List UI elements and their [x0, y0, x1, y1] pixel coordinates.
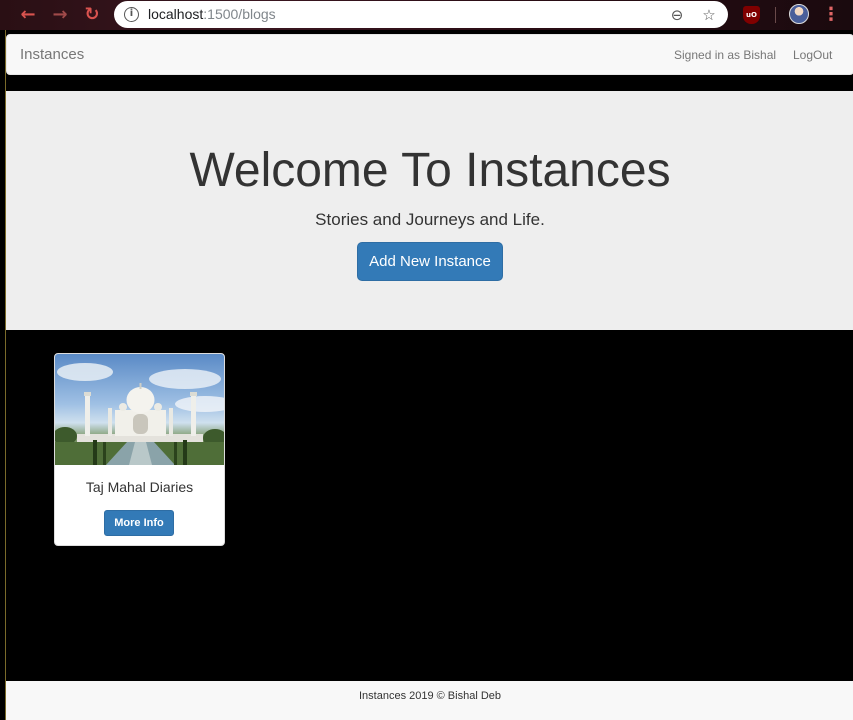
- zoom-out-icon[interactable]: ⊖: [667, 5, 687, 25]
- footer-text: Instances 2019 © Bishal Deb: [358, 690, 502, 702]
- kebab-menu-icon[interactable]: ⋮: [822, 3, 840, 27]
- toolbar-separator: [775, 7, 776, 23]
- instance-card: Taj Mahal Diaries More Info: [54, 353, 225, 546]
- page-title: Welcome To Instances: [189, 144, 671, 197]
- info-icon[interactable]: i: [124, 7, 139, 22]
- more-info-button[interactable]: More Info: [104, 510, 174, 536]
- star-icon[interactable]: ☆: [699, 5, 719, 25]
- reload-icon[interactable]: ↻: [80, 3, 104, 27]
- address-bar[interactable]: i localhost:1500/blogs ⊖ ☆: [114, 1, 728, 28]
- url-path: :1500/blogs: [203, 6, 276, 22]
- page-body: Instances Signed in as Bishal LogOut Wel…: [5, 30, 853, 720]
- signed-in-label[interactable]: Signed in as Bishal: [674, 48, 776, 62]
- back-arrow-icon[interactable]: ←: [16, 3, 40, 27]
- profile-avatar[interactable]: [789, 4, 809, 24]
- url-host: localhost: [148, 6, 204, 22]
- footer: Instances 2019 © Bishal Deb: [6, 681, 853, 720]
- card-title: Taj Mahal Diaries: [85, 479, 194, 495]
- add-new-instance-button[interactable]: Add New Instance: [357, 242, 503, 281]
- navbar: Instances Signed in as Bishal LogOut: [6, 34, 853, 75]
- forward-arrow-icon[interactable]: →: [48, 3, 72, 27]
- ublock-icon[interactable]: uO: [743, 6, 760, 24]
- taj-mahal-image: [55, 354, 224, 465]
- url-text[interactable]: localhost:1500/blogs: [148, 6, 276, 22]
- jumbotron: Welcome To Instances Stories and Journey…: [6, 91, 853, 330]
- navbar-brand[interactable]: Instances: [20, 46, 84, 63]
- page-subtitle: Stories and Journeys and Life.: [315, 210, 545, 229]
- browser-toolbar: ← → ↻ i localhost:1500/blogs ⊖ ☆ uO ⋮: [0, 0, 853, 30]
- logout-link[interactable]: LogOut: [793, 48, 832, 62]
